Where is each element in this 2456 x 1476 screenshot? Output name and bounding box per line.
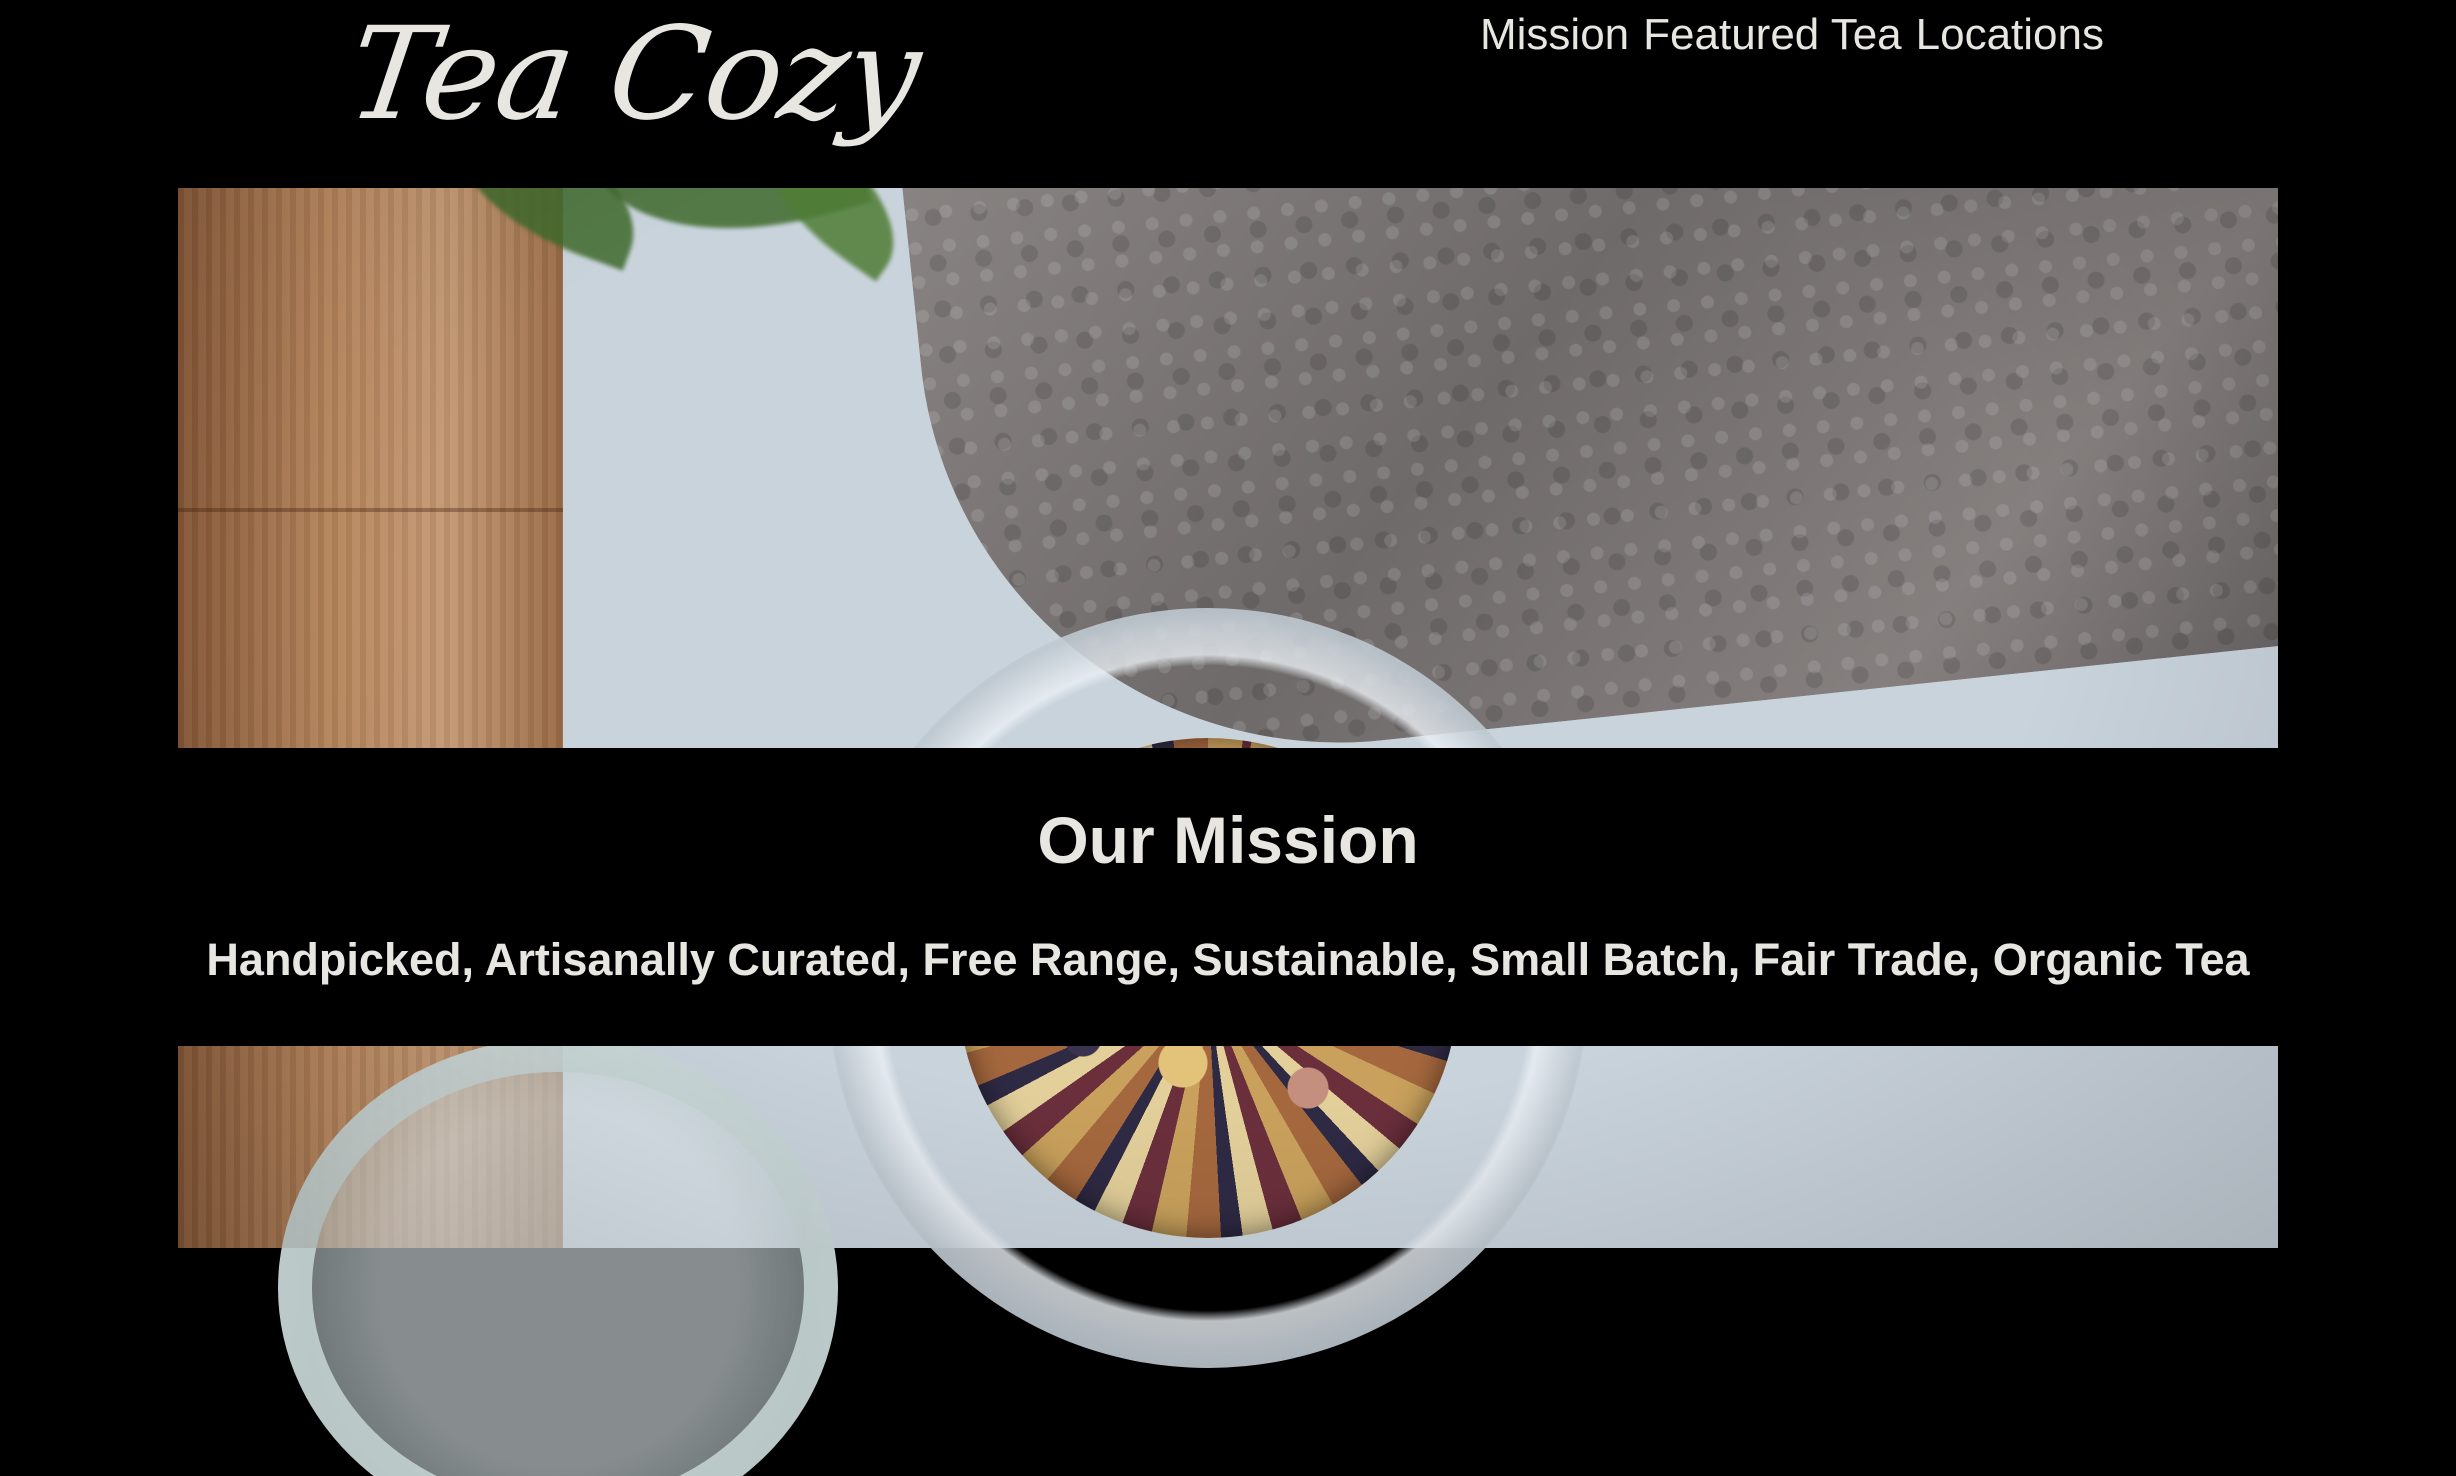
tea-jar-photo	[178, 188, 2278, 748]
main-nav: Mission Featured Tea Locations	[1480, 8, 2104, 62]
mission-section: Our Mission Handpicked, Artisanally Cura…	[178, 748, 2278, 1046]
mission-tagline: Handpicked, Artisanally Curated, Free Ra…	[206, 934, 2250, 985]
tea-jar-photo	[178, 1046, 2278, 1476]
hero-image-bottom	[178, 1046, 2278, 1476]
nav-link-locations[interactable]: Locations	[1916, 8, 2104, 62]
nav-link-featured-tea[interactable]: Featured Tea	[1643, 8, 1901, 62]
page: Tea Cozy Mission Featured Tea Locations …	[0, 0, 2456, 1476]
hero-image-top	[178, 188, 2278, 748]
site-header: Tea Cozy Mission Featured Tea Locations	[0, 0, 2456, 188]
nav-link-mission[interactable]: Mission	[1480, 8, 1629, 62]
mission-heading: Our Mission	[1037, 803, 1419, 877]
tea-cozy-logo[interactable]: Tea Cozy	[339, 0, 928, 150]
